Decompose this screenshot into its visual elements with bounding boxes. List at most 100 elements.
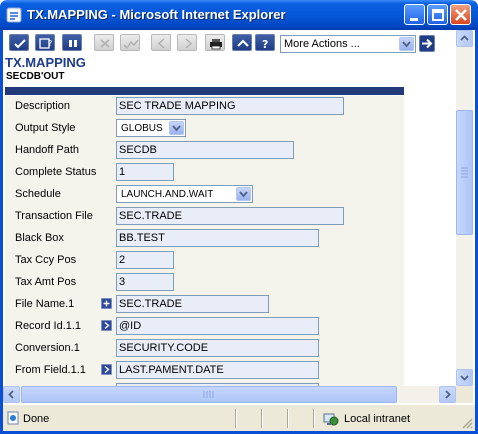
previous-button[interactable] bbox=[151, 34, 171, 51]
field-label: Conversion.1 bbox=[15, 342, 80, 354]
status-bar: Done Local intranet bbox=[3, 404, 475, 431]
scroll-thumb[interactable] bbox=[456, 110, 473, 235]
checkmark-icon bbox=[14, 39, 26, 49]
title-divider bbox=[5, 87, 404, 95]
from-field-input[interactable]: LAST.PAMENT.DATE bbox=[116, 361, 319, 379]
grip-icon bbox=[461, 167, 468, 178]
more-actions-select[interactable]: More Actions ... bbox=[280, 35, 416, 53]
local-intranet-icon bbox=[323, 413, 339, 426]
zone-text: Local intranet bbox=[344, 413, 411, 425]
status-separator bbox=[287, 409, 289, 428]
tax-amt-pos-input[interactable]: 3 bbox=[116, 273, 174, 291]
status-separator bbox=[261, 409, 263, 428]
expand-multivalue-button[interactable] bbox=[101, 298, 112, 309]
title-bar: TX.MAPPING - Microsoft Internet Explorer bbox=[0, 0, 478, 30]
chevron-right-icon bbox=[445, 390, 451, 399]
field-row-black-box: Black Box BB.TEST bbox=[5, 228, 404, 250]
transaction-file-input[interactable]: SEC.TRADE bbox=[116, 207, 344, 225]
chevron-down-icon bbox=[172, 125, 181, 132]
field-row-tax-ccy-pos: Tax Ccy Pos 2 bbox=[5, 250, 404, 272]
complete-status-input[interactable]: 1 bbox=[116, 163, 174, 181]
field-label: From Field.1.1 bbox=[15, 364, 86, 376]
h-scroll-thumb[interactable] bbox=[21, 386, 397, 403]
horizontal-scrollbar[interactable] bbox=[3, 386, 456, 403]
scroll-up-button[interactable] bbox=[456, 30, 473, 47]
maximize-button[interactable] bbox=[427, 4, 448, 25]
next-button[interactable] bbox=[177, 34, 197, 51]
chevron-up-icon bbox=[460, 35, 469, 41]
handoff-path-input[interactable]: SECDB bbox=[116, 141, 294, 159]
more-actions-label: More Actions ... bbox=[284, 38, 360, 50]
page-title: TX.MAPPING bbox=[5, 55, 86, 70]
field-label: Tax Amt Pos bbox=[15, 276, 77, 288]
close-icon bbox=[455, 9, 467, 21]
validate-button[interactable]: ? bbox=[35, 34, 55, 51]
printer-icon bbox=[210, 39, 222, 50]
authorise-button[interactable] bbox=[120, 34, 140, 51]
arrow-right-icon bbox=[422, 38, 433, 49]
field-row-from-field: From Field.1.1 LAST.PAMENT.DATE bbox=[5, 360, 404, 382]
schedule-select[interactable]: LAUNCH.AND.WAIT bbox=[116, 185, 253, 203]
record-id: SECDB'OUT bbox=[6, 71, 65, 82]
field-label: Schedule bbox=[15, 188, 61, 200]
schedule-dropdown-button[interactable] bbox=[236, 187, 251, 201]
vertical-scrollbar[interactable] bbox=[456, 30, 473, 386]
chevron-left-icon bbox=[8, 390, 14, 399]
print-button[interactable] bbox=[205, 34, 225, 51]
expand-subvalue-button[interactable] bbox=[101, 364, 112, 375]
chevron-down-icon bbox=[402, 41, 411, 48]
scroll-right-button[interactable] bbox=[439, 386, 456, 403]
help-up-button[interactable] bbox=[232, 34, 252, 51]
maximize-icon bbox=[432, 9, 444, 21]
hold-icon: ? bbox=[39, 38, 52, 49]
field-row-output-style: Output Style GLOBUS bbox=[5, 118, 404, 140]
delete-icon bbox=[100, 39, 110, 48]
field-row-file-name: File Name.1 SEC.TRADE bbox=[5, 294, 404, 316]
output-style-select[interactable]: GLOBUS bbox=[116, 119, 186, 137]
record-id-input[interactable]: @ID bbox=[116, 317, 319, 335]
help-button[interactable]: ? bbox=[255, 34, 275, 51]
commit-button[interactable] bbox=[9, 34, 29, 51]
minimize-button[interactable] bbox=[404, 4, 425, 25]
tax-ccy-pos-input[interactable]: 2 bbox=[116, 251, 174, 269]
record-form: Description SEC TRADE MAPPING Output Sty… bbox=[5, 96, 404, 402]
delete-button[interactable] bbox=[94, 34, 114, 51]
field-row-tax-amt-pos: Tax Amt Pos 3 bbox=[5, 272, 404, 294]
status-separator bbox=[313, 409, 315, 428]
chevron-down-icon bbox=[460, 375, 469, 381]
minimize-icon bbox=[410, 18, 418, 21]
svg-text:?: ? bbox=[262, 38, 268, 51]
chevron-right-icon bbox=[185, 38, 193, 49]
scroll-left-button[interactable] bbox=[3, 386, 20, 403]
scroll-down-button[interactable] bbox=[456, 369, 473, 386]
window-title: TX.MAPPING - Microsoft Internet Explorer bbox=[27, 7, 286, 22]
description-input[interactable]: SEC TRADE MAPPING bbox=[116, 97, 344, 115]
page-done-icon bbox=[7, 411, 19, 425]
black-box-input[interactable]: BB.TEST bbox=[116, 229, 319, 247]
hold-button[interactable] bbox=[62, 34, 82, 51]
question-icon: ? bbox=[262, 38, 268, 51]
chevron-down-icon bbox=[239, 191, 248, 198]
scrollbar-corner bbox=[456, 386, 473, 403]
output-style-dropdown-button[interactable] bbox=[169, 121, 184, 135]
more-actions-dropdown-button[interactable] bbox=[399, 37, 414, 51]
authorise-icon bbox=[123, 39, 139, 50]
expand-subvalue-button[interactable] bbox=[101, 320, 112, 331]
close-button[interactable] bbox=[450, 4, 471, 25]
field-row-description: Description SEC TRADE MAPPING bbox=[5, 96, 404, 118]
field-row-conversion: Conversion.1 SECURITY.CODE bbox=[5, 338, 404, 360]
conversion-input[interactable]: SECURITY.CODE bbox=[116, 339, 319, 357]
go-button[interactable] bbox=[419, 35, 435, 52]
svg-text:?: ? bbox=[48, 39, 52, 48]
file-name-input[interactable]: SEC.TRADE bbox=[116, 295, 269, 313]
arrow-right-icon bbox=[104, 321, 110, 330]
resize-grip-icon[interactable] bbox=[459, 415, 473, 429]
field-row-transaction-file: Transaction File SEC.TRADE bbox=[5, 206, 404, 228]
field-label: Complete Status bbox=[15, 166, 97, 178]
chevron-left-icon bbox=[157, 38, 165, 49]
chevron-up-icon bbox=[237, 39, 249, 47]
arrow-right-icon bbox=[104, 365, 110, 374]
page-content: ? ? More Actions ... TX.MAPPING SECDB'OU… bbox=[3, 30, 456, 402]
plus-icon bbox=[103, 300, 110, 307]
field-label: Record Id.1.1 bbox=[15, 320, 82, 332]
